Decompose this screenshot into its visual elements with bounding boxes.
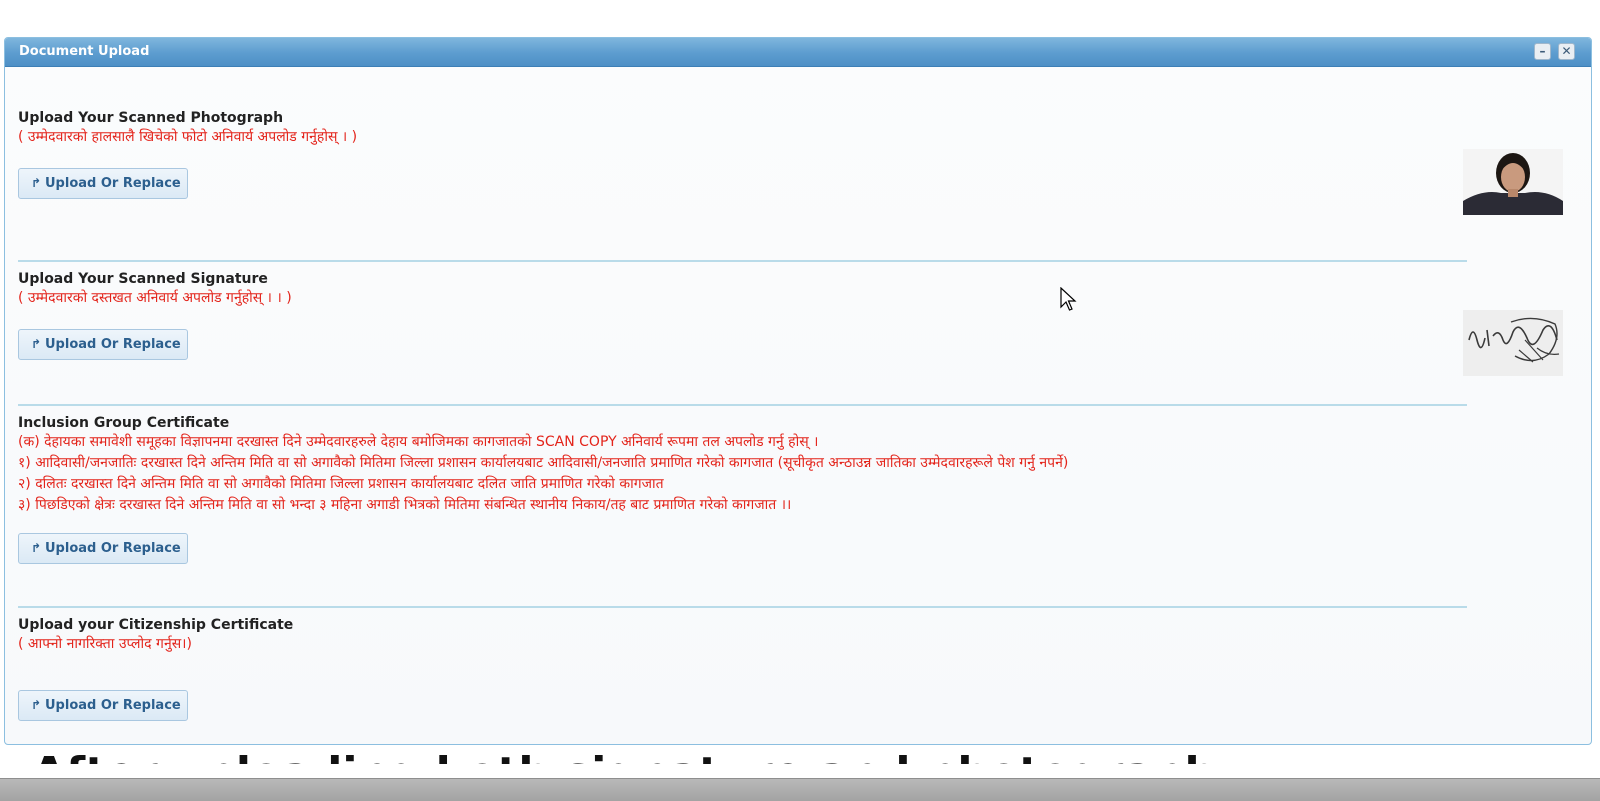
section-note: २) दलितः दरखास्त दिने अन्तिम मिति वा सो … bbox=[18, 476, 664, 492]
mouse-cursor-icon bbox=[1060, 287, 1077, 311]
button-label: Upload Or Replace bbox=[45, 176, 181, 191]
button-label: Upload Or Replace bbox=[45, 337, 181, 352]
section-note: (क) देहायका समावेशी समूहका विज्ञापनमा दर… bbox=[18, 434, 819, 450]
section-title: Upload Your Scanned Signature bbox=[18, 271, 268, 287]
section-title: Upload Your Scanned Photograph bbox=[18, 110, 284, 126]
document-upload-dialog: Document Upload – ✕ Upload Your Scanned … bbox=[4, 37, 1592, 745]
dialog-titlebar[interactable]: Document Upload – ✕ bbox=[5, 38, 1591, 67]
upload-arrow-icon: ↱ bbox=[30, 541, 42, 555]
upload-photo-button[interactable]: ↱ Upload Or Replace bbox=[18, 168, 188, 199]
section-divider bbox=[18, 260, 1467, 262]
upload-signature-button[interactable]: ↱ Upload Or Replace bbox=[18, 329, 188, 360]
section-title: Inclusion Group Certificate bbox=[18, 415, 230, 431]
close-icon[interactable]: ✕ bbox=[1558, 43, 1575, 60]
upload-arrow-icon: ↱ bbox=[30, 337, 42, 351]
section-note: ( उम्मेदवारको हालसालै खिचेको फोटो अनिवार… bbox=[18, 129, 358, 145]
button-label: Upload Or Replace bbox=[45, 541, 181, 556]
applicant-signature bbox=[1463, 310, 1563, 376]
section-note: ( आफ्नो नागरिक्ता उप्लोद गर्नुस।) bbox=[18, 636, 192, 652]
section-note: ( उम्मेदवारको दस्तखत अनिवार्य अपलोड गर्न… bbox=[18, 290, 292, 306]
section-divider bbox=[18, 606, 1467, 608]
dialog-title: Document Upload bbox=[19, 44, 150, 59]
background-heading: After uploading both signature and photo… bbox=[0, 752, 1600, 764]
minimize-icon[interactable]: – bbox=[1534, 43, 1551, 60]
photo-image bbox=[1463, 149, 1563, 215]
signature-image bbox=[1463, 310, 1563, 376]
taskbar bbox=[0, 778, 1600, 801]
upload-citizenship-button[interactable]: ↱ Upload Or Replace bbox=[18, 690, 188, 721]
section-divider bbox=[18, 404, 1467, 406]
button-label: Upload Or Replace bbox=[45, 698, 181, 713]
upload-inclusion-button[interactable]: ↱ Upload Or Replace bbox=[18, 533, 188, 564]
inclusion-section: Inclusion Group Certificate (क) देहायका … bbox=[18, 414, 1068, 516]
photo-section: Upload Your Scanned Photograph ( उम्मेदव… bbox=[18, 109, 357, 148]
upload-arrow-icon: ↱ bbox=[30, 176, 42, 190]
signature-section: Upload Your Scanned Signature ( उम्मेदवा… bbox=[18, 270, 292, 309]
section-note: १) आदिवासी/जनजातिः दरखास्त दिने अन्तिम म… bbox=[18, 455, 1069, 471]
upload-arrow-icon: ↱ bbox=[30, 698, 42, 712]
section-title: Upload your Citizenship Certificate bbox=[18, 617, 294, 633]
citizenship-section: Upload your Citizenship Certificate ( आफ… bbox=[18, 616, 293, 655]
section-note: ३) पिछडिएको क्षेत्रः दरखास्त दिने अन्तिम… bbox=[18, 497, 792, 513]
applicant-photo bbox=[1463, 149, 1563, 215]
